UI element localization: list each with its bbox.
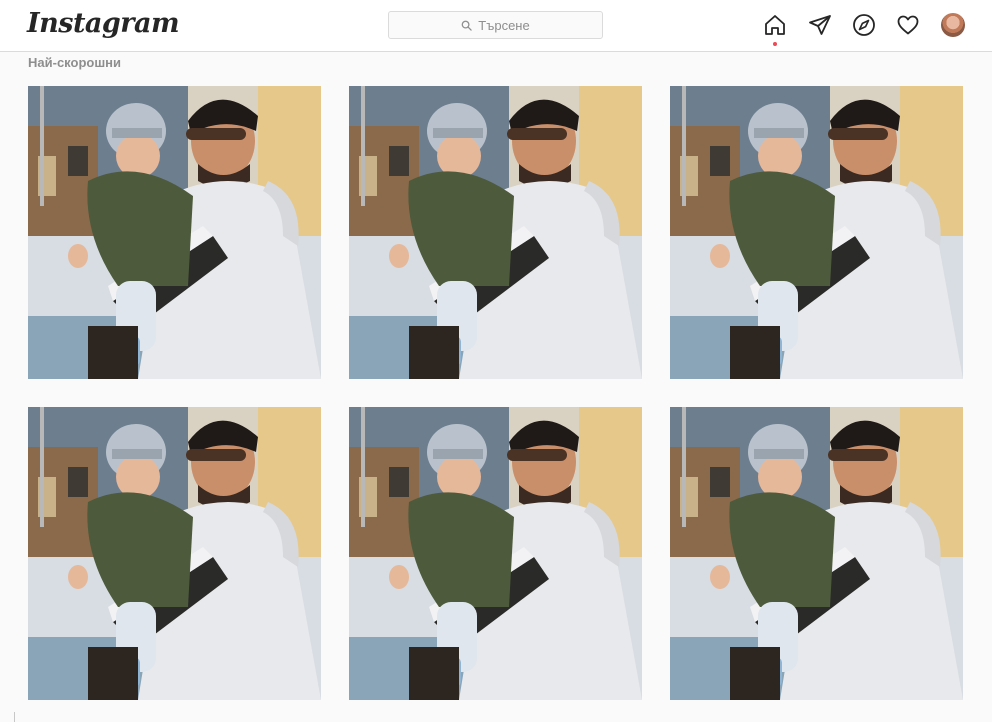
explore-icon[interactable] [852, 13, 876, 37]
post-thumbnail[interactable] [670, 86, 963, 379]
instagram-logo[interactable]: Instagram [27, 8, 180, 39]
home-icon[interactable] [763, 13, 787, 37]
post-image [349, 86, 642, 379]
post-thumbnail[interactable] [349, 86, 642, 379]
search-placeholder: Търсене [478, 17, 530, 33]
activity-heart-icon[interactable] [896, 13, 920, 37]
post-thumbnail[interactable] [28, 407, 321, 700]
top-navigation-bar: Instagram Търсене [0, 0, 992, 52]
section-title: Най-скорошни [28, 55, 122, 70]
post-image [349, 407, 642, 700]
post-thumbnail[interactable] [349, 407, 642, 700]
post-image [28, 86, 321, 379]
home-active-indicator [773, 42, 777, 46]
post-thumbnail[interactable] [670, 407, 963, 700]
post-image [670, 86, 963, 379]
search-input[interactable]: Търсене [388, 11, 603, 39]
direct-message-icon[interactable] [808, 13, 832, 37]
post-thumbnail[interactable] [28, 86, 321, 379]
search-icon [461, 20, 473, 31]
divider [14, 712, 15, 722]
post-image [28, 407, 321, 700]
post-image [670, 407, 963, 700]
profile-avatar[interactable] [941, 13, 965, 37]
